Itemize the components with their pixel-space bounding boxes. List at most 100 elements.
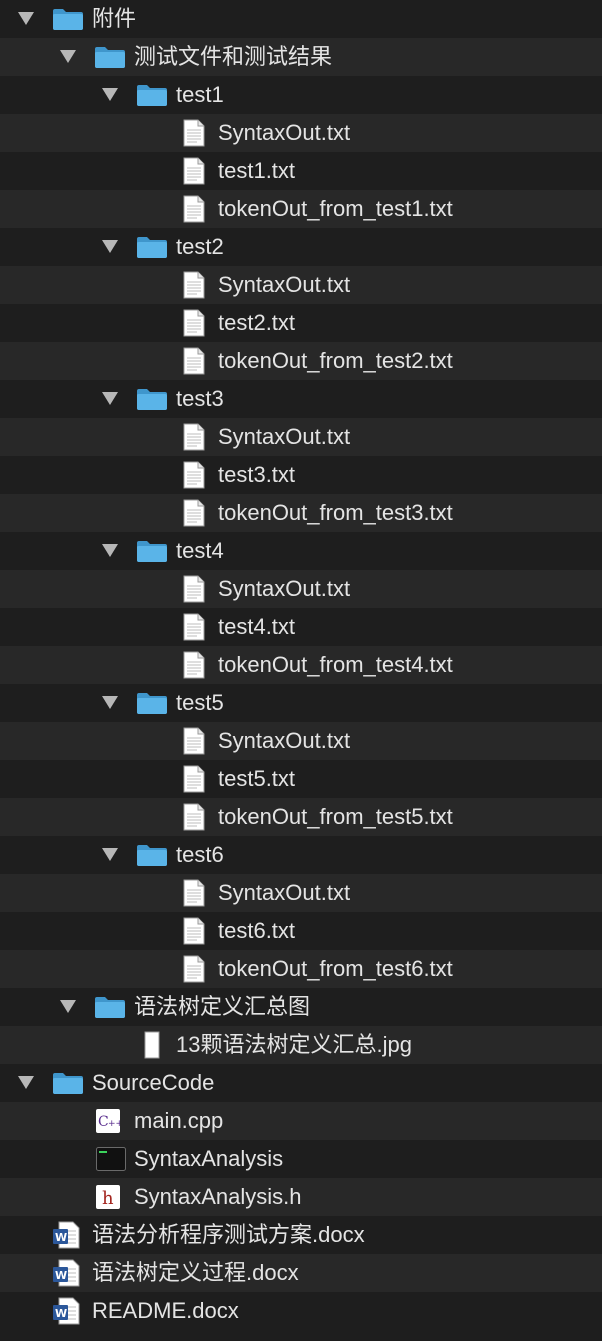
tree-row-file-test3-syntaxout[interactable]: SyntaxOut.txt bbox=[0, 418, 602, 456]
disclosure-triangle-icon[interactable] bbox=[18, 1076, 34, 1089]
svg-text:h: h bbox=[102, 1188, 114, 1209]
disclosure-triangle-icon[interactable] bbox=[60, 50, 76, 63]
file-label: SyntaxOut.txt bbox=[218, 424, 351, 449]
disclosure-triangle-icon[interactable] bbox=[102, 544, 118, 557]
tree-row-file-test4-tokenout[interactable]: tokenOut_from_test4.txt bbox=[0, 646, 602, 684]
file-label: test4.txt bbox=[218, 614, 296, 639]
folder-icon bbox=[136, 684, 168, 722]
file-label: test1.txt bbox=[218, 158, 296, 183]
text-file-icon bbox=[183, 152, 205, 190]
folder-label: SourceCode bbox=[92, 1070, 215, 1095]
file-label: SyntaxAnalysis bbox=[134, 1146, 284, 1171]
tree-row-file-test6-txt[interactable]: test6.txt bbox=[0, 912, 602, 950]
tree-row-file-test-plan-docx[interactable]: W 语法分析程序测试方案.docx bbox=[0, 1216, 602, 1254]
text-file-icon bbox=[183, 304, 205, 342]
tree-row-file-syntaxanalysis-exec[interactable]: SyntaxAnalysis bbox=[0, 1140, 602, 1178]
text-file-icon bbox=[183, 912, 205, 950]
tree-row-folder-test3[interactable]: test3 bbox=[0, 380, 602, 418]
tree-row-file-test4-txt[interactable]: test4.txt bbox=[0, 608, 602, 646]
file-label: tokenOut_from_test3.txt bbox=[218, 500, 453, 525]
folder-icon bbox=[94, 988, 126, 1026]
file-label: test5.txt bbox=[218, 766, 296, 791]
tree-row-file-test2-syntaxout[interactable]: SyntaxOut.txt bbox=[0, 266, 602, 304]
header-file-icon: h bbox=[96, 1178, 120, 1216]
tree-row-file-test5-txt[interactable]: test5.txt bbox=[0, 760, 602, 798]
tree-row-file-test3-txt[interactable]: test3.txt bbox=[0, 456, 602, 494]
disclosure-triangle-icon[interactable] bbox=[60, 1000, 76, 1013]
folder-icon bbox=[52, 0, 84, 38]
text-file-icon bbox=[183, 874, 205, 912]
tree-row-folder-syntax-tree-summary[interactable]: 语法树定义汇总图 bbox=[0, 988, 602, 1026]
tree-row-file-test1-syntaxout[interactable]: SyntaxOut.txt bbox=[0, 114, 602, 152]
file-label: SyntaxOut.txt bbox=[218, 120, 351, 145]
file-tree: 附件 测试文件和测试结果 test1 SyntaxOut.txt test1.txt to… bbox=[0, 0, 602, 1341]
text-file-icon bbox=[183, 190, 205, 228]
disclosure-triangle-icon[interactable] bbox=[102, 88, 118, 101]
folder-icon bbox=[136, 532, 168, 570]
file-label: tokenOut_from_test1.txt bbox=[218, 196, 453, 221]
disclosure-triangle-icon[interactable] bbox=[102, 392, 118, 405]
text-file-icon bbox=[183, 608, 205, 646]
file-label: 13颗语法树定义汇总.jpg bbox=[176, 1032, 412, 1057]
tree-row-file-test6-syntaxout[interactable]: SyntaxOut.txt bbox=[0, 874, 602, 912]
text-file-icon bbox=[183, 760, 205, 798]
folder-label: test3 bbox=[176, 386, 224, 411]
text-file-icon bbox=[183, 418, 205, 456]
tree-row-folder-test1[interactable]: test1 bbox=[0, 76, 602, 114]
tree-row-file-main-cpp[interactable]: C ++ main.cpp bbox=[0, 1102, 602, 1140]
tree-row-file-readme-docx[interactable]: W README.docx bbox=[0, 1292, 602, 1330]
tree-row-file-test6-tokenout[interactable]: tokenOut_from_test6.txt bbox=[0, 950, 602, 988]
file-label: README.docx bbox=[92, 1298, 239, 1323]
tree-row-folder-test6[interactable]: test6 bbox=[0, 836, 602, 874]
svg-text:++: ++ bbox=[108, 1119, 120, 1129]
file-label: test3.txt bbox=[218, 462, 296, 487]
tree-row-file-test2-tokenout[interactable]: tokenOut_from_test2.txt bbox=[0, 342, 602, 380]
file-label: tokenOut_from_test2.txt bbox=[218, 348, 453, 373]
tree-row-file-test5-syntaxout[interactable]: SyntaxOut.txt bbox=[0, 722, 602, 760]
text-file-icon bbox=[183, 494, 205, 532]
tree-row-folder-test5[interactable]: test5 bbox=[0, 684, 602, 722]
tree-row-folder-test-files-and-results[interactable]: 测试文件和测试结果 bbox=[0, 38, 602, 76]
tree-row-file-syntaxanalysis-h[interactable]: h SyntaxAnalysis.h bbox=[0, 1178, 602, 1216]
word-document-icon: W bbox=[52, 1292, 80, 1330]
text-file-icon bbox=[183, 570, 205, 608]
file-label: test6.txt bbox=[218, 918, 296, 943]
tree-row-file-test3-tokenout[interactable]: tokenOut_from_test3.txt bbox=[0, 494, 602, 532]
word-document-icon: W bbox=[52, 1216, 80, 1254]
svg-text:W: W bbox=[55, 1307, 67, 1320]
tree-row-file-test1-tokenout[interactable]: tokenOut_from_test1.txt bbox=[0, 190, 602, 228]
file-label: test2.txt bbox=[218, 310, 296, 335]
text-file-icon bbox=[183, 646, 205, 684]
tree-row-file-test4-syntaxout[interactable]: SyntaxOut.txt bbox=[0, 570, 602, 608]
tree-row-file-test5-tokenout[interactable]: tokenOut_from_test5.txt bbox=[0, 798, 602, 836]
disclosure-triangle-icon[interactable] bbox=[18, 12, 34, 25]
disclosure-triangle-icon[interactable] bbox=[102, 696, 118, 709]
folder-icon bbox=[136, 76, 168, 114]
file-label: SyntaxOut.txt bbox=[218, 272, 351, 297]
word-document-icon: W bbox=[52, 1254, 80, 1292]
file-label: 语法树定义过程.docx bbox=[92, 1260, 299, 1285]
folder-label: test5 bbox=[176, 690, 224, 715]
tree-row-folder-fujian[interactable]: 附件 bbox=[0, 0, 602, 38]
tree-row-folder-test4[interactable]: test4 bbox=[0, 532, 602, 570]
file-label: main.cpp bbox=[134, 1108, 224, 1133]
tree-row-folder-test2[interactable]: test2 bbox=[0, 228, 602, 266]
file-label: tokenOut_from_test5.txt bbox=[218, 804, 453, 829]
folder-icon bbox=[136, 380, 168, 418]
tree-row-file-test1-txt[interactable]: test1.txt bbox=[0, 152, 602, 190]
folder-label: 语法树定义汇总图 bbox=[134, 994, 311, 1019]
disclosure-triangle-icon[interactable] bbox=[102, 240, 118, 253]
tree-row-file-test2-txt[interactable]: test2.txt bbox=[0, 304, 602, 342]
text-file-icon bbox=[183, 342, 205, 380]
disclosure-triangle-icon[interactable] bbox=[102, 848, 118, 861]
tree-row-file-syntax-tree-process-docx[interactable]: W 语法树定义过程.docx bbox=[0, 1254, 602, 1292]
folder-label: test4 bbox=[176, 538, 224, 563]
tree-row-folder-sourcecode[interactable]: SourceCode bbox=[0, 1064, 602, 1102]
folder-icon bbox=[136, 228, 168, 266]
folder-icon bbox=[94, 38, 126, 76]
file-label: SyntaxAnalysis.h bbox=[134, 1184, 302, 1209]
tree-row-file-syntax-tree-summary-jpg[interactable]: 13颗语法树定义汇总.jpg bbox=[0, 1026, 602, 1064]
text-file-icon bbox=[183, 114, 205, 152]
folder-label: test6 bbox=[176, 842, 224, 867]
text-file-icon bbox=[183, 950, 205, 988]
